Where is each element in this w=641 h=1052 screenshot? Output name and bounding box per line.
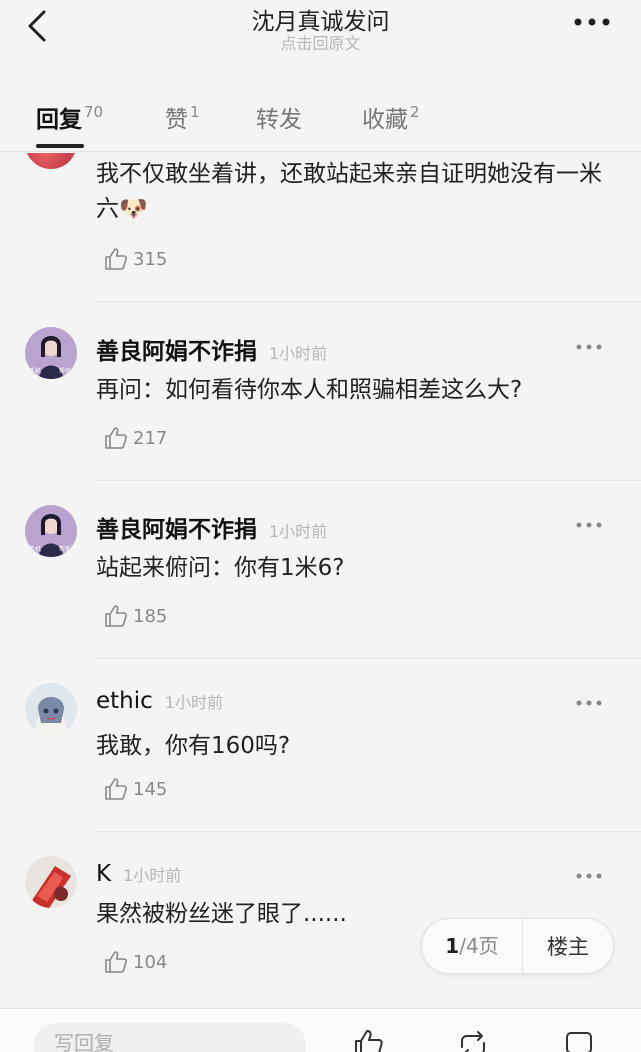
like-count: 145 bbox=[133, 778, 168, 800]
comment-more-icon[interactable] bbox=[575, 871, 603, 881]
comment-text: 我敢，你有160吗? bbox=[96, 733, 291, 759]
comment-text: 站起来俯问：你有1米6? bbox=[96, 555, 345, 581]
comment-icon[interactable] bbox=[562, 1027, 596, 1052]
thumbs-up-icon bbox=[105, 951, 127, 973]
tab-label: 转发 bbox=[256, 107, 302, 133]
comment-username[interactable]: K 1小时前 bbox=[96, 861, 181, 887]
tab-count: 70 bbox=[84, 103, 104, 121]
like-button[interactable]: 185 bbox=[103, 601, 167, 631]
tab-label: 赞 bbox=[165, 107, 188, 133]
comment-text: 我不仅敢坐着讲，还敢站起来亲自证明她没有一米六🐶 bbox=[96, 161, 602, 222]
like-button[interactable]: 315 bbox=[103, 244, 167, 274]
thumbs-up-icon bbox=[105, 248, 127, 270]
comment-time: 1小时前 bbox=[269, 344, 328, 363]
thumbs-up-icon bbox=[105, 778, 127, 800]
divider bbox=[96, 480, 641, 481]
username-text: 善良阿娟不诈捐 bbox=[96, 339, 257, 365]
repost-icon[interactable] bbox=[456, 1027, 490, 1052]
comment-more-icon[interactable] bbox=[575, 520, 603, 530]
page-navigator: 1/4页 楼主 bbox=[421, 918, 614, 974]
thumbs-up-icon bbox=[105, 427, 127, 449]
avatar[interactable]: 手机 帮卖 bbox=[25, 505, 77, 557]
comment-list: 我不仅敢坐着讲，还敢站起来亲自证明她没有一米六🐶 315 手机 帮卖 善良阿娟不… bbox=[0, 153, 641, 1013]
like-icon[interactable] bbox=[352, 1027, 386, 1052]
tab-bar: 回复 70 赞1 转发 收藏 2 bbox=[0, 86, 641, 152]
comment-more-icon[interactable] bbox=[575, 698, 603, 708]
avatar[interactable] bbox=[25, 683, 77, 735]
reply-input[interactable]: 写回复 bbox=[34, 1023, 306, 1052]
tab-likes[interactable]: 赞1 bbox=[165, 100, 200, 134]
avatar-tag-right: 帮卖 bbox=[59, 545, 71, 553]
avatar-image: 手机 帮卖 bbox=[25, 327, 77, 379]
comment-time: 1小时前 bbox=[164, 693, 223, 712]
like-button[interactable]: 217 bbox=[103, 423, 167, 453]
tab-label: 收藏 bbox=[362, 107, 408, 133]
tab-label: 回复 bbox=[36, 107, 82, 133]
divider bbox=[96, 831, 641, 832]
tab-favorites[interactable]: 收藏 2 bbox=[362, 100, 420, 134]
tab-reposts[interactable]: 转发 bbox=[256, 100, 302, 134]
current-page: 1 bbox=[445, 934, 460, 958]
comment-time: 1小时前 bbox=[123, 866, 182, 885]
page-total: /4页 bbox=[459, 934, 499, 958]
like-count: 185 bbox=[133, 605, 168, 627]
avatar[interactable] bbox=[25, 856, 77, 908]
username-text: 善良阿娟不诈捐 bbox=[96, 517, 257, 543]
avatar-image: 手机 帮卖 bbox=[25, 505, 77, 557]
comment-text: 再问：如何看待你本人和照骗相差这么大? bbox=[96, 377, 523, 403]
avatar[interactable]: 手机 帮卖 bbox=[25, 327, 77, 379]
more-options-icon[interactable] bbox=[573, 12, 611, 32]
username-text: K bbox=[96, 861, 112, 887]
comment-more-icon[interactable] bbox=[575, 342, 603, 352]
comment-username[interactable]: 善良阿娟不诈捐 1小时前 bbox=[96, 332, 327, 366]
page-indicator-button[interactable]: 1/4页 bbox=[422, 918, 523, 974]
avatar-tag-right: 帮卖 bbox=[59, 367, 71, 375]
like-count: 217 bbox=[133, 427, 168, 449]
divider bbox=[96, 301, 641, 302]
weibo-comment-page: 沈月真诚发问 点击回原文 回复 70 赞1 转发 收藏 2 我不仅敢坐着讲，还敢站起… bbox=[0, 0, 641, 1052]
tab-count: 2 bbox=[410, 103, 420, 121]
avatar-image bbox=[25, 683, 77, 735]
username-text: ethic bbox=[96, 688, 153, 714]
comment-time: 1小时前 bbox=[269, 522, 328, 541]
comment-username[interactable]: 善良阿娟不诈捐 1小时前 bbox=[96, 510, 327, 544]
like-button[interactable]: 104 bbox=[103, 947, 167, 977]
top-nav-bar: 沈月真诚发问 点击回原文 bbox=[0, 0, 641, 86]
back-to-post-link[interactable]: 点击回原文 bbox=[0, 30, 641, 54]
original-poster-button[interactable]: 楼主 bbox=[523, 931, 613, 961]
tab-replies[interactable]: 回复 70 bbox=[36, 100, 103, 134]
like-button[interactable]: 145 bbox=[103, 774, 167, 804]
bottom-action-bar: 写回复 bbox=[0, 1008, 641, 1052]
like-count: 104 bbox=[133, 951, 168, 973]
divider bbox=[96, 658, 641, 659]
comment-username[interactable]: ethic 1小时前 bbox=[96, 688, 223, 714]
avatar[interactable] bbox=[25, 153, 77, 169]
like-count: 315 bbox=[133, 248, 168, 270]
thumbs-up-icon bbox=[105, 605, 127, 627]
avatar-image bbox=[25, 856, 77, 908]
avatar-tag-left: 手机 bbox=[29, 545, 41, 553]
avatar-tag-left: 手机 bbox=[29, 367, 41, 375]
active-tab-indicator bbox=[36, 144, 84, 148]
tab-count: 1 bbox=[190, 103, 200, 121]
